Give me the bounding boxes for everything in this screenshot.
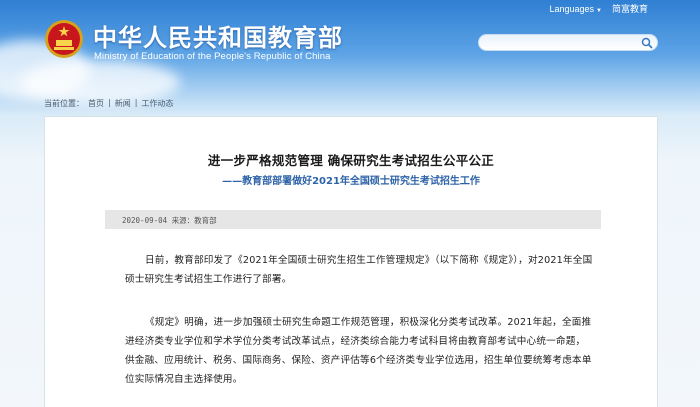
top-nav: Languages ▼ 简富教育: [549, 2, 648, 15]
search-icon[interactable]: [641, 37, 653, 49]
national-emblem-icon[interactable]: [44, 17, 84, 61]
article-subtitle: ——教育部部署做好2021年全国硕士研究生考试招生工作: [222, 176, 480, 187]
site-header: 中华人民共和国教育部 Ministry of Education of the …: [0, 0, 700, 95]
site-title[interactable]: 中华人民共和国教育部: [93, 18, 343, 53]
breadcrumb-separator: |: [108, 98, 111, 107]
article-paragraph: 日前，教育部印发了《2021年全国硕士研究生招生工作管理规定》（以下简称《规定》…: [125, 255, 593, 285]
breadcrumb-item-news[interactable]: 新闻: [115, 98, 131, 109]
search-box[interactable]: [478, 34, 658, 54]
languages-menu[interactable]: Languages ▼: [549, 4, 602, 14]
article-panel: 进一步严格规范管理 确保研究生考试招生公平公正 ——教育部部署做好2021年全国…: [44, 116, 658, 407]
accessibility-link[interactable]: 简富教育: [612, 2, 648, 15]
chevron-down-icon: ▼: [596, 7, 602, 14]
breadcrumb-separator: |: [134, 98, 138, 107]
search-input[interactable]: [487, 40, 637, 54]
article-meta: 2020-09-04 来源：教育部: [105, 210, 601, 229]
breadcrumb-item-home[interactable]: 首页: [88, 98, 104, 109]
languages-label: Languages: [549, 3, 595, 14]
article-paragraph: 《规定》明确，进一步加强硕士研究生命题工作规范管理，积极深化分类考试改革。202…: [125, 317, 592, 385]
site-subtitle: Ministry of Education of the People's Re…: [94, 51, 331, 62]
breadcrumb: 当前位置： 首页 | 新闻 | 工作动态: [44, 98, 173, 109]
breadcrumb-item-work-news[interactable]: 工作动态: [141, 98, 173, 109]
article-title: 进一步严格规范管理 确保研究生考试招生公平公正: [207, 153, 495, 168]
breadcrumb-label: 当前位置：: [44, 99, 84, 108]
